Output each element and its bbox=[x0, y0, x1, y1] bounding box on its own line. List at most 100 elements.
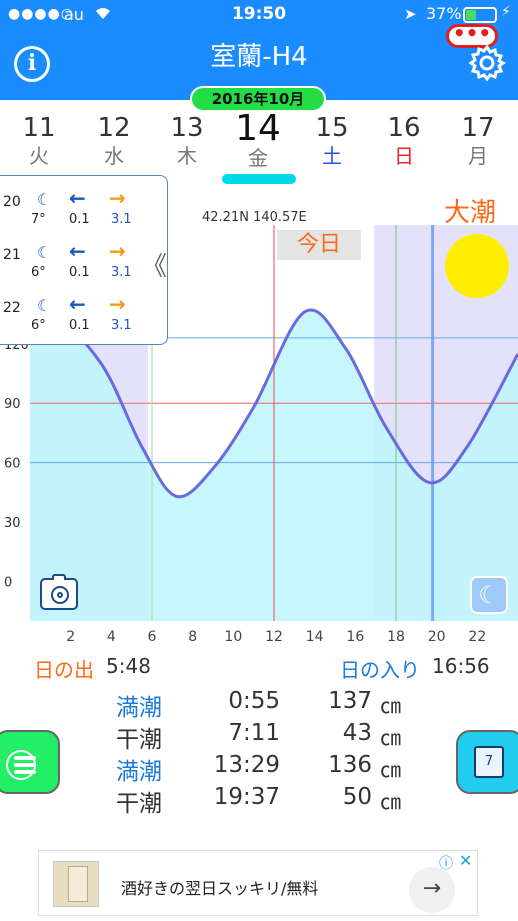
x-tick-label: 14 bbox=[306, 629, 324, 645]
tide-type-label: 大潮 bbox=[444, 198, 497, 228]
x-tick-label: 6 bbox=[148, 629, 157, 645]
hour: 21 bbox=[3, 247, 21, 263]
tide-unit: ㎝ bbox=[380, 790, 401, 814]
moon-phase-icon: ☾ bbox=[37, 243, 52, 262]
tide-row: 満潮 13:29 136 ㎝ bbox=[0, 752, 518, 785]
right-arrow-icon: → bbox=[109, 239, 126, 263]
tide-row: 干潮 7:11 43 ㎝ bbox=[0, 720, 518, 753]
day-item-today[interactable]: 14 金 bbox=[228, 111, 288, 171]
day-item[interactable]: 15 土 bbox=[302, 113, 362, 169]
tide-row: 満潮 0:55 137 ㎝ bbox=[0, 688, 518, 721]
hour: 20 bbox=[3, 194, 21, 210]
moon-stars-icon[interactable]: ☾ bbox=[470, 576, 508, 614]
x-tick-label: 16 bbox=[346, 629, 364, 645]
hourly-panel[interactable]: 20 ☾ 7° ← 0.1 → 3.1 21 ☾ 6° ← 0.1 → 3.1 … bbox=[0, 175, 168, 345]
sunrise-label: 日の出 bbox=[34, 658, 94, 682]
day-number: 12 bbox=[97, 113, 131, 143]
day-number: 11 bbox=[22, 113, 56, 143]
tide-time: 0:55 bbox=[228, 688, 280, 714]
app-header: ●●●●○ au 19:50 ➤ 37% ⚡ 室蘭-H4 i ••• bbox=[0, 0, 518, 100]
ad-thumbnail bbox=[53, 861, 99, 907]
tide-kind: 満潮 bbox=[116, 759, 162, 785]
tide-unit: ㎝ bbox=[380, 726, 401, 750]
y-tick-label: 60 bbox=[4, 457, 21, 472]
left-arrow-icon: ← bbox=[69, 186, 86, 210]
day-item[interactable]: 13 木 bbox=[157, 113, 217, 169]
ad-close-icon[interactable]: ✕ bbox=[459, 851, 472, 870]
hourly-row: 22 ☾ 6° ← 0.1 → 3.1 bbox=[0, 284, 169, 333]
day-selector: 11 火 12 水 13 木 14 金 15 土 16 日 17 月 bbox=[0, 111, 518, 173]
charging-icon: ⚡ bbox=[501, 4, 511, 20]
ad-arrow-icon[interactable]: → bbox=[409, 867, 455, 913]
tide-level: 50 bbox=[342, 784, 372, 810]
ad-text: 酒好きの翌日スッキリ/無料 bbox=[121, 879, 319, 898]
right-arrow-icon: → bbox=[109, 292, 126, 316]
moon-phase-icon: ☾ bbox=[37, 190, 52, 209]
calendar-button[interactable]: 7 bbox=[456, 730, 518, 794]
hourly-row: 20 ☾ 7° ← 0.1 → 3.1 bbox=[0, 178, 169, 227]
day-weekday: 月 bbox=[468, 144, 488, 168]
menu-button[interactable] bbox=[0, 730, 60, 794]
x-tick-label: 8 bbox=[188, 629, 197, 645]
left-value: 0.1 bbox=[69, 212, 90, 227]
right-value: 3.1 bbox=[111, 318, 132, 333]
day-item[interactable]: 12 水 bbox=[84, 113, 144, 169]
day-number: 13 bbox=[170, 113, 204, 143]
location-icon: ➤ bbox=[404, 5, 417, 23]
info-button[interactable]: i bbox=[14, 46, 50, 82]
settings-gear-icon[interactable] bbox=[468, 44, 506, 86]
coordinates: 42.21N 140.57E bbox=[202, 210, 307, 225]
status-bar: ●●●●○ au 19:50 ➤ 37% ⚡ bbox=[0, 0, 518, 30]
tide-level: 136 bbox=[328, 752, 372, 778]
camera-icon[interactable] bbox=[40, 574, 78, 610]
y-tick-label: 0 bbox=[4, 575, 12, 590]
day-item[interactable]: 16 日 bbox=[374, 113, 434, 169]
x-tick-label: 4 bbox=[107, 629, 116, 645]
selected-day-indicator bbox=[222, 174, 296, 184]
sun-icon bbox=[445, 234, 509, 298]
sunrise-time: 5:48 bbox=[106, 654, 151, 678]
tide-time: 13:29 bbox=[213, 752, 280, 778]
left-arrow-icon: ← bbox=[69, 292, 86, 316]
tide-row: 干潮 19:37 50 ㎝ bbox=[0, 784, 518, 817]
y-tick-label: 30 bbox=[4, 516, 21, 531]
tide-time: 7:11 bbox=[228, 720, 280, 746]
x-tick-label: 20 bbox=[428, 629, 446, 645]
temperature: 6° bbox=[31, 265, 46, 280]
battery-level bbox=[466, 10, 477, 20]
calendar-icon: 7 bbox=[474, 746, 504, 778]
tide-level: 43 bbox=[342, 720, 372, 746]
right-value: 3.1 bbox=[111, 265, 132, 280]
sunset-time: 16:56 bbox=[432, 654, 490, 678]
ad-banner[interactable]: 酒好きの翌日スッキリ/無料 → ⓘ ✕ bbox=[38, 850, 478, 916]
tide-time: 19:37 bbox=[213, 784, 280, 810]
x-tick-label: 12 bbox=[265, 629, 283, 645]
day-item[interactable]: 17 月 bbox=[448, 113, 508, 169]
hour: 22 bbox=[3, 300, 21, 316]
tide-level: 137 bbox=[328, 688, 372, 714]
tide-unit: ㎝ bbox=[380, 694, 401, 718]
day-weekday: 土 bbox=[322, 144, 342, 168]
left-value: 0.1 bbox=[69, 318, 90, 333]
collapse-chevron-icon[interactable]: 《 bbox=[141, 246, 167, 283]
left-arrow-icon: ← bbox=[69, 239, 86, 263]
ad-info-icon[interactable]: ⓘ bbox=[439, 853, 453, 873]
x-tick-label: 10 bbox=[224, 629, 242, 645]
tide-kind: 満潮 bbox=[116, 695, 162, 721]
x-tick-label: 18 bbox=[387, 629, 405, 645]
temperature: 6° bbox=[31, 318, 46, 333]
day-number: 16 bbox=[387, 113, 421, 143]
x-tick-label: 22 bbox=[468, 629, 486, 645]
day-weekday: 火 bbox=[29, 144, 49, 168]
y-tick-label: 90 bbox=[4, 397, 21, 412]
day-number: 15 bbox=[315, 113, 349, 143]
right-value: 3.1 bbox=[111, 212, 132, 227]
sunset-label: 日の入り bbox=[340, 658, 420, 682]
day-number: 17 bbox=[461, 113, 495, 143]
x-tick-label: 2 bbox=[66, 629, 75, 645]
day-weekday: 日 bbox=[394, 144, 414, 168]
tide-kind: 干潮 bbox=[116, 727, 162, 753]
moon-phase-icon: ☾ bbox=[37, 296, 52, 315]
day-item[interactable]: 11 火 bbox=[9, 113, 69, 169]
today-label: 今日 bbox=[277, 230, 361, 260]
